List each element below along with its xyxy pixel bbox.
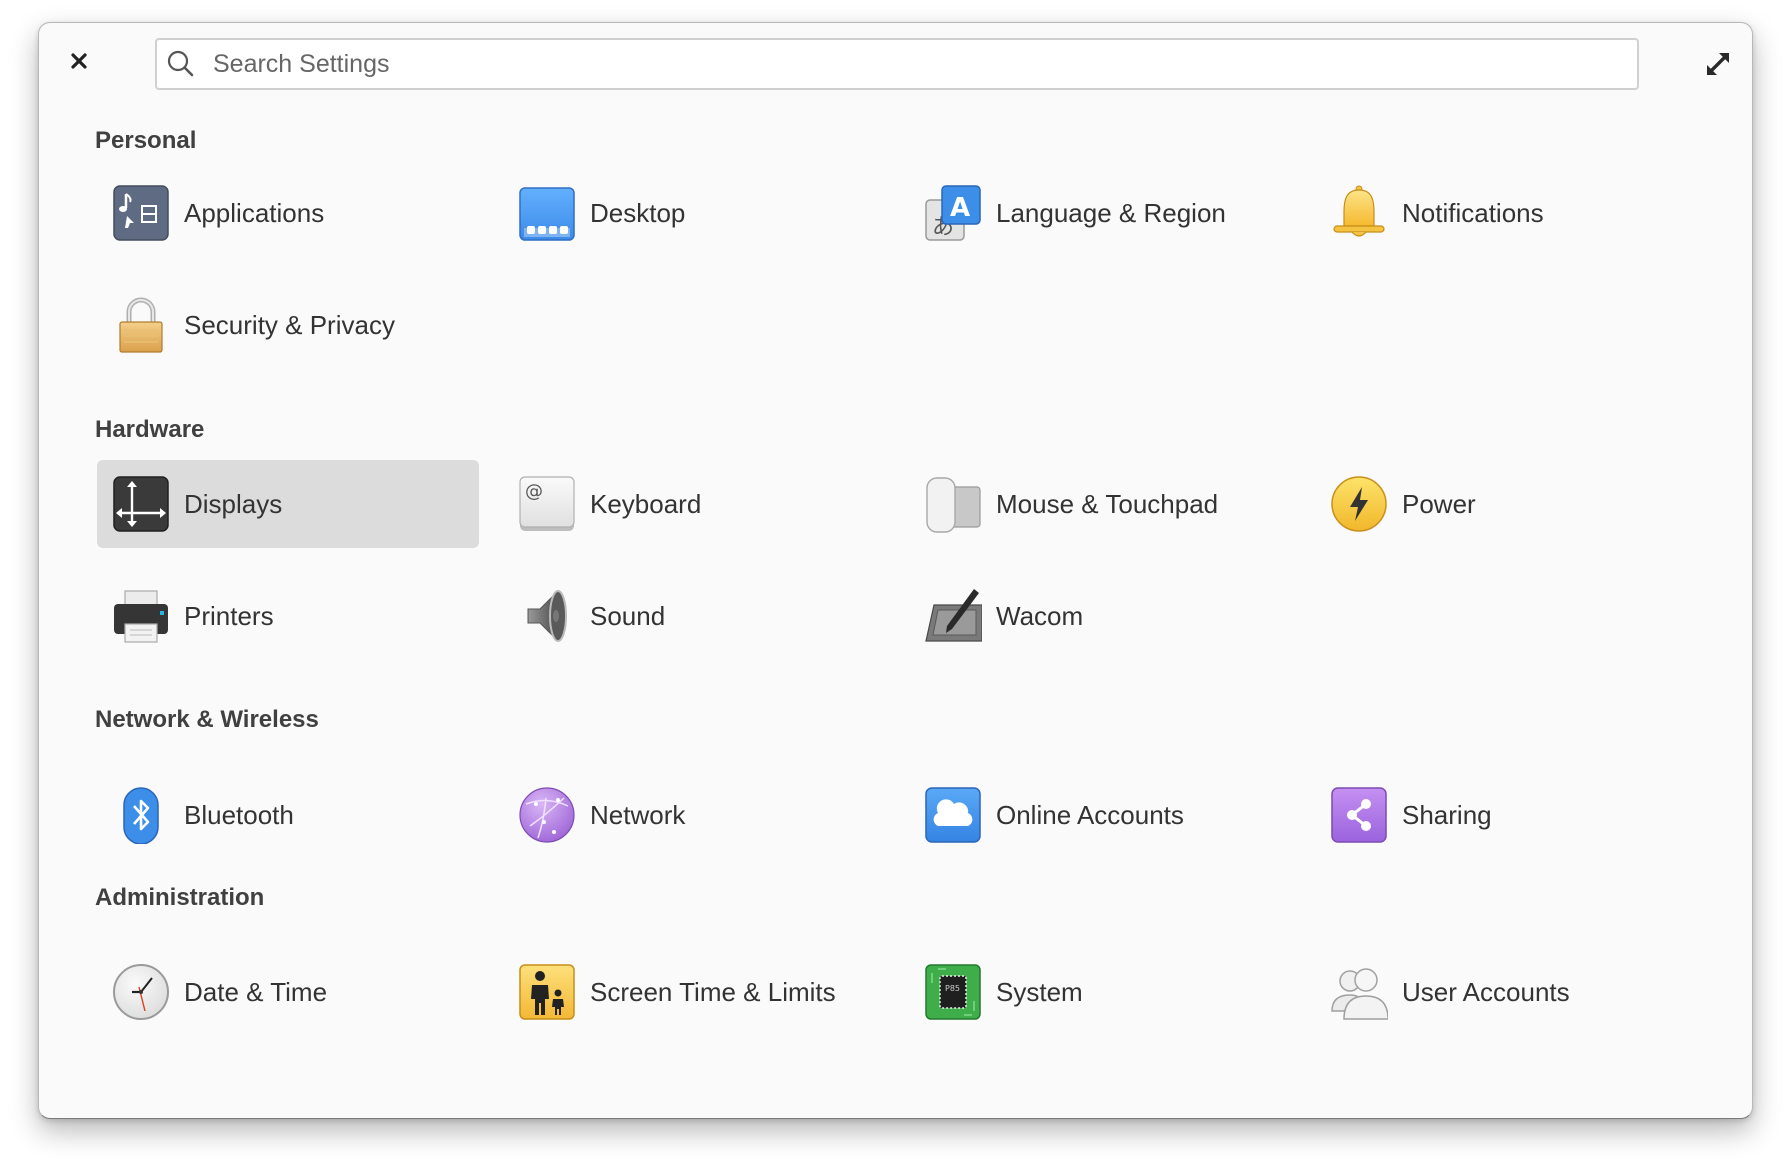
power-icon xyxy=(1329,474,1389,534)
settings-item-label: Security & Privacy xyxy=(184,309,395,340)
settings-item-printers[interactable]: Printers xyxy=(97,572,479,660)
share-icon xyxy=(1329,785,1389,845)
settings-item-bluetooth[interactable]: Bluetooth xyxy=(97,771,479,859)
bluetooth-icon xyxy=(111,785,171,845)
close-icon xyxy=(71,53,87,69)
section-title-network-wireless: Network & Wireless xyxy=(95,706,319,733)
bell-icon xyxy=(1329,183,1389,243)
search-icon xyxy=(165,48,197,80)
settings-item-label: Desktop xyxy=(590,197,686,228)
settings-item-security-privacy[interactable]: Security & Privacy xyxy=(97,281,479,369)
settings-item-label: User Accounts xyxy=(1402,976,1570,1007)
settings-item-label: Network xyxy=(590,799,686,830)
settings-item-label: Notifications xyxy=(1402,197,1544,228)
settings-item-displays[interactable]: Displays xyxy=(97,460,479,548)
maximize-button[interactable] xyxy=(1703,49,1733,79)
clock-icon xyxy=(111,962,171,1022)
settings-item-label: Online Accounts xyxy=(996,799,1184,830)
close-button[interactable] xyxy=(67,49,91,73)
printer-icon xyxy=(111,586,171,646)
svg-text:A: A xyxy=(950,193,970,223)
settings-item-label: Power xyxy=(1402,488,1476,519)
settings-item-power[interactable]: Power xyxy=(1315,460,1697,548)
settings-item-label: Sound xyxy=(590,600,666,631)
settings-item-online-accounts[interactable]: Online Accounts xyxy=(909,771,1291,859)
svg-text:P85: P85 xyxy=(945,984,960,993)
settings-item-user-accounts[interactable]: User Accounts xyxy=(1315,948,1697,1036)
settings-item-label: Wacom xyxy=(996,600,1084,631)
cloud-icon xyxy=(923,785,983,845)
chip-icon: P85 xyxy=(923,962,983,1022)
lock-icon xyxy=(111,295,171,355)
parental-icon xyxy=(517,962,577,1022)
settings-item-notifications[interactable]: Notifications xyxy=(1315,169,1697,257)
section-title-administration: Administration xyxy=(95,884,265,911)
settings-item-label: Mouse & Touchpad xyxy=(996,488,1219,519)
settings-item-keyboard[interactable]: @ Keyboard xyxy=(503,460,885,548)
search-input[interactable] xyxy=(211,48,1637,80)
desktop-icon xyxy=(517,183,577,243)
settings-item-label: Displays xyxy=(184,488,283,519)
search-field[interactable] xyxy=(155,38,1639,90)
speaker-icon xyxy=(517,586,577,646)
settings-item-label: Screen Time & Limits xyxy=(590,976,836,1007)
settings-item-network[interactable]: Network xyxy=(503,771,885,859)
settings-item-mouse-touchpad[interactable]: Mouse & Touchpad xyxy=(909,460,1291,548)
settings-item-sound[interactable]: Sound xyxy=(503,572,885,660)
settings-item-screen-time-limits[interactable]: Screen Time & Limits xyxy=(503,948,885,1036)
maximize-icon xyxy=(1707,53,1729,75)
settings-item-label: Printers xyxy=(184,600,274,631)
keyboard-icon: @ xyxy=(517,474,577,534)
applications-icon xyxy=(111,183,171,243)
tablet-icon xyxy=(923,586,983,646)
settings-item-label: Bluetooth xyxy=(184,799,294,830)
settings-item-system[interactable]: P85 System xyxy=(909,948,1291,1036)
settings-item-label: Language & Region xyxy=(996,197,1226,228)
mouse-icon xyxy=(923,474,983,534)
settings-item-language-region[interactable]: あ A Language & Region xyxy=(909,169,1291,257)
section-title-hardware: Hardware xyxy=(95,416,205,443)
globe-icon xyxy=(517,785,577,845)
section-title-personal: Personal xyxy=(95,127,197,154)
settings-item-label: Keyboard xyxy=(590,488,702,519)
settings-item-desktop[interactable]: Desktop xyxy=(503,169,885,257)
svg-text:@: @ xyxy=(525,481,543,502)
settings-window: Personal Applications xyxy=(38,22,1753,1119)
settings-item-applications[interactable]: Applications xyxy=(97,169,479,257)
settings-item-label: Sharing xyxy=(1402,799,1492,830)
settings-item-label: Date & Time xyxy=(184,976,328,1007)
settings-item-wacom[interactable]: Wacom xyxy=(909,572,1291,660)
displays-icon xyxy=(111,474,171,534)
settings-item-label: System xyxy=(996,976,1083,1007)
settings-item-sharing[interactable]: Sharing xyxy=(1315,771,1697,859)
language-icon: あ A xyxy=(923,183,983,243)
users-icon xyxy=(1329,962,1389,1022)
settings-item-label: Applications xyxy=(184,197,325,228)
settings-item-date-time[interactable]: Date & Time xyxy=(97,948,479,1036)
